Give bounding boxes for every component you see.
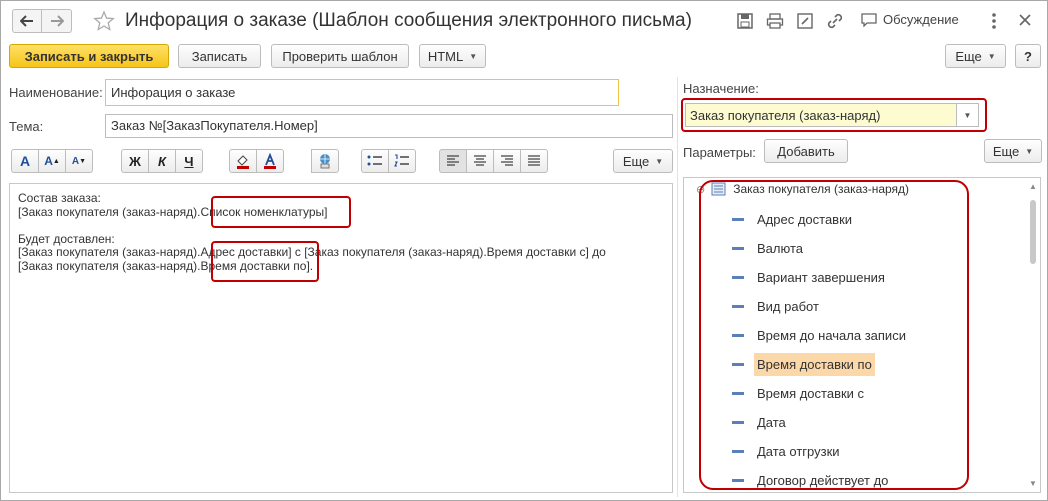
align-right-icon	[501, 155, 513, 166]
format-more-button[interactable]: Еще ▼	[613, 149, 673, 173]
subject-field[interactable]: Заказ №[ЗаказПокупателя.Номер]	[105, 114, 673, 138]
back-button[interactable]	[12, 9, 42, 33]
font-decrease-button[interactable]: A ▼	[65, 149, 93, 173]
message-editor[interactable]: Состав заказа: [Заказ покупателя (заказ-…	[9, 183, 673, 493]
align-group	[439, 149, 548, 173]
link-icon[interactable]	[826, 12, 844, 30]
print-icon[interactable]	[766, 12, 784, 30]
highlight-box	[211, 241, 319, 282]
discussion-label: Обсуждение	[883, 12, 959, 27]
panel-divider	[677, 77, 678, 497]
window: Инфорация о заказе (Шаблон сообщения эле…	[0, 0, 1048, 501]
editor-line: [Заказ покупателя (заказ-наряд).Адрес до…	[18, 245, 606, 259]
editor-line: [Заказ покупателя (заказ-наряд).Время до…	[18, 258, 314, 273]
highlight-box	[699, 180, 969, 490]
chat-icon	[861, 12, 877, 27]
fill-color-icon	[237, 155, 249, 169]
align-center-icon	[474, 155, 486, 166]
insert-image-group	[311, 149, 339, 173]
name-label: Наименование:	[9, 85, 103, 100]
editor-line: Будет доставлен:	[18, 231, 115, 246]
save-button[interactable]: Записать	[178, 44, 261, 68]
save-and-close-button[interactable]: Записать и закрыть	[9, 44, 169, 68]
color-group	[229, 149, 284, 173]
chevron-down-icon: ▼	[1025, 146, 1034, 156]
scroll-up-icon[interactable]: ▲	[1029, 182, 1037, 191]
highlight-box	[681, 98, 987, 132]
format-dropdown-button[interactable]: HTML ▼	[419, 44, 486, 68]
background-color-button[interactable]	[229, 149, 257, 173]
text-color-button[interactable]	[256, 149, 284, 173]
params-more-button[interactable]: Еще ▼	[984, 139, 1042, 163]
scroll-down-icon[interactable]: ▼	[1029, 479, 1037, 488]
name-field[interactable]: Инфорация о заказе	[105, 79, 619, 106]
align-center-button[interactable]	[466, 149, 494, 173]
text-style-group: Ж К Ч	[121, 149, 203, 173]
numbered-list-button[interactable]	[388, 149, 416, 173]
align-justify-button[interactable]	[520, 149, 548, 173]
save-icon[interactable]	[736, 12, 754, 30]
bold-button[interactable]: Ж	[121, 149, 149, 173]
font-color-icon	[264, 153, 276, 169]
params-label: Параметры:	[683, 145, 756, 160]
purpose-label: Назначение:	[683, 81, 759, 96]
bullet-list-icon	[367, 155, 382, 166]
highlight-box	[211, 196, 351, 228]
arrow-right-icon	[50, 15, 64, 27]
align-right-button[interactable]	[493, 149, 521, 173]
list-group	[361, 149, 416, 173]
align-left-icon	[447, 155, 459, 166]
title-bar: Инфорация о заказе (Шаблон сообщения эле…	[1, 1, 1047, 41]
scroll-thumb[interactable]	[1030, 200, 1036, 264]
italic-button[interactable]: К	[148, 149, 176, 173]
forward-button[interactable]	[42, 9, 72, 33]
params-more-label: Еще	[992, 143, 1020, 159]
arrow-left-icon	[20, 15, 33, 27]
help-button[interactable]: ?	[1015, 44, 1041, 68]
document-edit-icon[interactable]	[796, 12, 814, 30]
more-label: Еще	[955, 48, 982, 64]
bullet-list-button[interactable]	[361, 149, 389, 173]
insert-image-button[interactable]	[311, 149, 339, 173]
more-button[interactable]: Еще ▼	[945, 44, 1006, 68]
chevron-down-icon: ▼	[987, 51, 996, 61]
font-size-group: A A ▲ A ▼	[11, 149, 93, 173]
star-icon[interactable]	[93, 10, 115, 32]
check-template-button[interactable]: Проверить шаблон	[271, 44, 409, 68]
add-parameter-button[interactable]: Добавить	[764, 139, 848, 163]
format-more-label: Еще	[622, 153, 650, 169]
tree-scrollbar[interactable]: ▲ ▼	[1028, 182, 1038, 488]
discussion-button[interactable]: Обсуждение	[861, 12, 959, 27]
font-size-button[interactable]: A	[11, 149, 39, 173]
underline-button[interactable]: Ч	[175, 149, 203, 173]
font-increase-button[interactable]: A ▲	[38, 149, 66, 173]
italic-label: К	[158, 153, 166, 169]
underline-label: Ч	[184, 153, 194, 169]
subject-label: Тема:	[9, 119, 44, 134]
chevron-down-icon: ▼	[469, 51, 478, 61]
align-left-button[interactable]	[439, 149, 467, 173]
more-vertical-icon[interactable]	[987, 12, 1001, 30]
numbered-list-icon	[394, 154, 409, 167]
close-icon[interactable]	[1017, 12, 1033, 28]
window-title: Инфорация о заказе (Шаблон сообщения эле…	[125, 10, 692, 31]
chevron-down-icon: ▼	[655, 156, 664, 166]
align-justify-icon	[528, 155, 540, 166]
image-icon	[320, 154, 330, 169]
format-label: HTML	[427, 48, 464, 64]
